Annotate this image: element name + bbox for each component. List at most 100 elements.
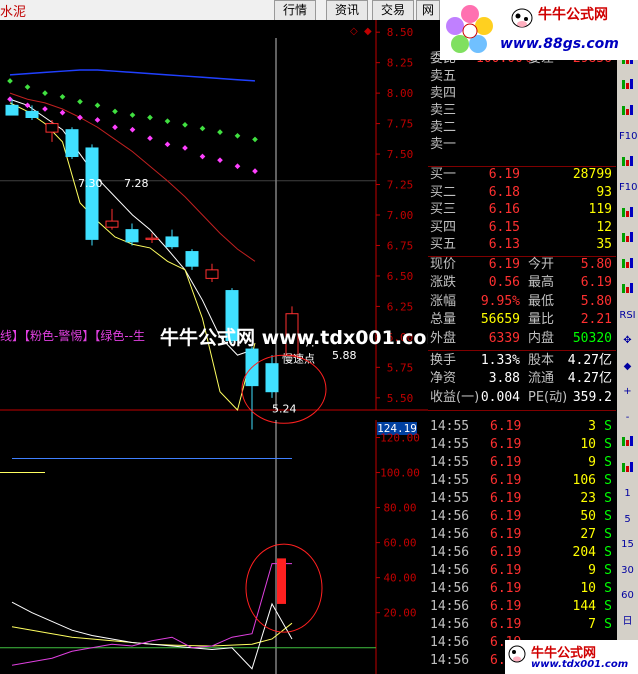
y-tick-label: 7.00 (387, 209, 414, 222)
tick-price: 6.19 (490, 473, 522, 488)
bar-chart-icon[interactable] (619, 434, 636, 451)
remove-icon[interactable]: - (619, 409, 636, 426)
stat-label: 外盘 (430, 330, 457, 346)
tick-time: 14:56 (430, 581, 470, 596)
tick-row: 14:56 6.19 9 S (428, 562, 616, 580)
tick-row: 14:56 6.19 10 S (428, 580, 616, 598)
diamond-icon[interactable]: ◆ (619, 358, 636, 375)
tick-volume: 10 (580, 581, 596, 596)
buy-label: 买五 (430, 237, 457, 253)
candle-chart-icon[interactable] (619, 230, 636, 247)
sell-row: 卖二 (428, 119, 616, 137)
tab-news[interactable]: 资讯 (326, 0, 368, 21)
tick-direction: S (604, 527, 612, 542)
add-icon[interactable]: + (619, 383, 636, 400)
buy-label: 买四 (430, 219, 457, 235)
cow-icon (511, 8, 533, 28)
tab-web[interactable]: 网 (416, 0, 440, 21)
indicator-legend: 线】【粉色-警惕】【绿色--生 (0, 327, 145, 344)
sell-label: 卖五 (430, 69, 457, 84)
tick-time: 14:55 (430, 437, 470, 452)
rsi-icon[interactable]: RSI (619, 307, 636, 324)
candle-body (25, 110, 39, 118)
tick-price: 6.19 (490, 527, 522, 542)
number-15-icon[interactable]: 15 (619, 536, 636, 553)
tick-direction: S (604, 455, 612, 470)
candle-body (145, 237, 159, 240)
number-60-icon[interactable]: 60 (619, 587, 636, 604)
stat-value: 0.56 (488, 275, 520, 291)
tick-direction: S (604, 617, 612, 632)
tick-time: 14:56 (430, 527, 470, 542)
candle-body (45, 123, 59, 133)
brand-logo-bottom: 牛牛公式网 www.tdx001.com (505, 640, 638, 674)
tick-price: 6.19 (490, 617, 522, 632)
flower-logo-icon (446, 5, 493, 53)
number-5-icon[interactable]: 5 (619, 511, 636, 528)
fund-value: 1.33% (480, 353, 520, 368)
day-icon[interactable]: 日 (619, 613, 636, 630)
buy-row: 买二 6.18 93 (428, 184, 616, 202)
tick-row: 14:56 6.19 204 S (428, 544, 616, 562)
tick-volume: 9 (588, 563, 596, 578)
buy-label: 买三 (430, 202, 457, 218)
buy-price: 6.16 (488, 202, 520, 218)
candle-body (5, 104, 19, 116)
sell-row: 卖四 (428, 85, 616, 103)
stat-label: 总量 (430, 312, 457, 328)
price-chart: 8.50 8.25 8.00 7.75 7.50 7.25 7.00 6.75 6.50 6.25… (0, 20, 428, 430)
tab-trade[interactable]: 交易 (372, 0, 414, 21)
f10-icon[interactable]: F10 (619, 128, 637, 145)
tick-direction: S (604, 563, 612, 578)
tick-direction: S (604, 545, 612, 560)
stat-label: 涨跌 (430, 275, 457, 291)
y-tick-label: 40.00 (383, 572, 416, 585)
candle-chart-icon[interactable] (619, 154, 636, 171)
candle-chart-icon[interactable] (619, 205, 636, 222)
tick-price: 6.19 (490, 599, 522, 614)
stat-value: 50320 (572, 330, 612, 346)
stat-label: 今开 (528, 257, 555, 272)
tick-direction: S (604, 599, 612, 614)
tick-volume: 23 (580, 491, 596, 506)
number-30-icon[interactable]: 30 (619, 562, 636, 579)
candle-chart-icon[interactable] (619, 103, 636, 120)
candle-body (185, 251, 199, 267)
sell-label: 卖一 (430, 137, 457, 152)
stat-value: 6.19 (580, 275, 612, 291)
tick-price: 6.19 (490, 545, 522, 560)
sell-label: 卖三 (430, 103, 457, 118)
tick-direction: S (604, 437, 612, 452)
sell-label: 卖二 (430, 120, 457, 135)
candle-chart-icon[interactable] (619, 281, 636, 298)
candle-body (165, 236, 179, 248)
y-tick-label: 8.00 (387, 87, 414, 100)
number-1-icon[interactable]: 1 (619, 485, 636, 502)
candle-body (85, 147, 99, 240)
drag-icon[interactable]: ✥ (619, 332, 636, 349)
fund-label: PE(动) (528, 389, 568, 405)
grid-icon[interactable] (619, 460, 636, 477)
sell-label: 卖四 (430, 86, 457, 101)
watermark: 牛牛公式网 www.tdx001.com (160, 327, 447, 349)
fund-value: 4.27亿 (567, 371, 612, 387)
tab-market[interactable]: 行情 (274, 0, 316, 21)
tick-direction: S (604, 473, 612, 488)
tick-row: 14:55 6.19 3 S (428, 418, 616, 436)
buy-label: 买二 (430, 184, 457, 200)
tick-price: 6.19 (490, 509, 522, 524)
f10-icon[interactable]: F10 (619, 179, 637, 196)
stat-label: 最高 (528, 275, 555, 291)
y-tick-label: 6.75 (387, 239, 414, 252)
stat-label: 涨幅 (430, 293, 457, 309)
bar-chart-icon[interactable] (619, 256, 636, 273)
y-tick-label: 8.50 (387, 26, 414, 39)
fundamental-row: 净资 3.88 流通 4.27亿 (428, 370, 616, 388)
candle-body (105, 220, 119, 228)
tick-volume: 7 (588, 617, 596, 632)
tick-row: 14:55 6.19 106 S (428, 472, 616, 490)
tick-volume: 106 (572, 473, 596, 488)
bar-chart-icon[interactable] (619, 77, 636, 94)
tick-row: 14:56 6.19 7 S (428, 616, 616, 634)
stat-row: 涨跌 0.56 最高 6.19 (428, 274, 616, 292)
